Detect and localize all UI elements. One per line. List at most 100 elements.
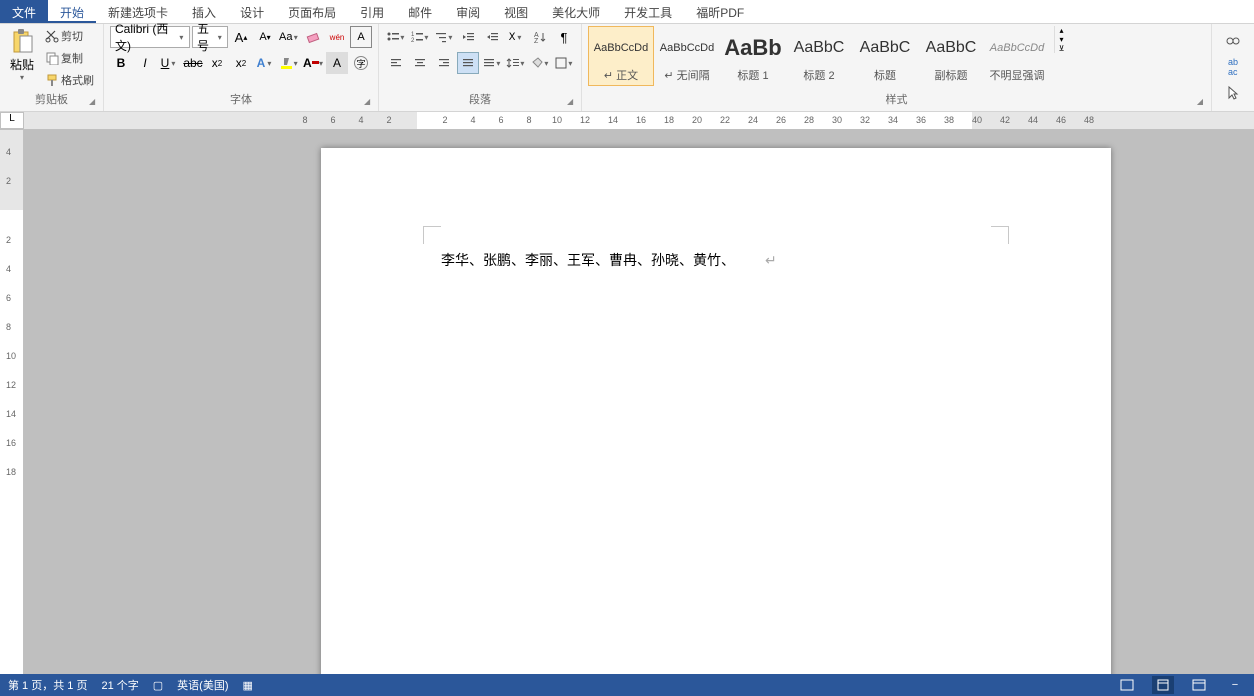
- binoculars-icon: [1225, 33, 1241, 49]
- justify-button[interactable]: [457, 52, 479, 74]
- align-center-button[interactable]: [409, 52, 431, 74]
- status-words[interactable]: 21 个字: [101, 677, 138, 693]
- subscript-button[interactable]: x2: [206, 52, 228, 74]
- decrease-indent-button[interactable]: [457, 26, 479, 48]
- clipboard-launcher[interactable]: ◢: [87, 97, 97, 107]
- shading-button[interactable]: ▾: [529, 52, 551, 74]
- style-item-2[interactable]: AaBb标题 1: [720, 26, 786, 86]
- bold-button[interactable]: B: [110, 52, 132, 74]
- line-spacing-button[interactable]: ▾: [505, 52, 527, 74]
- paste-button[interactable]: 粘贴 ▾: [6, 26, 38, 84]
- gallery-down[interactable]: ▾: [1055, 35, 1068, 44]
- tab-home[interactable]: 开始: [48, 0, 96, 23]
- shrink-font-button[interactable]: A▾: [254, 26, 276, 48]
- indent-icon: [485, 30, 499, 44]
- tab-layout[interactable]: 页面布局: [276, 0, 348, 23]
- ruler-horizontal[interactable]: 8642246810121416182022242628303234363840…: [24, 112, 1254, 129]
- style-item-3[interactable]: AaBbC标题 2: [786, 26, 852, 86]
- group-label-clipboard: 剪贴板 ◢: [6, 91, 97, 109]
- copy-button[interactable]: 复制: [42, 48, 97, 68]
- phonetic-guide-button[interactable]: wén: [326, 26, 348, 48]
- tab-mailings[interactable]: 邮件: [396, 0, 444, 23]
- highlight-button[interactable]: ▾: [278, 52, 300, 74]
- font-color-button[interactable]: A▾: [302, 52, 324, 74]
- tab-file[interactable]: 文件: [0, 0, 48, 23]
- replace-button[interactable]: abac: [1222, 56, 1244, 78]
- tab-beautify[interactable]: 美化大师: [540, 0, 612, 23]
- tab-developer[interactable]: 开发工具: [612, 0, 684, 23]
- clear-format-button[interactable]: [302, 26, 324, 48]
- font-size-combo[interactable]: 五号▾: [192, 26, 228, 48]
- group-clipboard: 粘贴 ▾ 剪切 复制 格式刷 剪贴板 ◢: [0, 24, 104, 111]
- document-body-text[interactable]: 李华、张鹏、李丽、王军、曹冉、孙晓、黄竹、↵: [441, 250, 777, 270]
- numbering-button[interactable]: 12▾: [409, 26, 431, 48]
- page[interactable]: 李华、张鹏、李丽、王军、曹冉、孙晓、黄竹、↵: [321, 148, 1111, 674]
- bullets-button[interactable]: ▾: [385, 26, 407, 48]
- distribute-button[interactable]: ▾: [481, 52, 503, 74]
- select-button[interactable]: [1222, 82, 1244, 104]
- strike-button[interactable]: abc: [182, 52, 204, 74]
- ruler-corner[interactable]: L: [0, 112, 24, 129]
- font-name-combo[interactable]: Calibri (西文)▾: [110, 26, 190, 48]
- align-right-icon: [437, 56, 451, 70]
- style-item-4[interactable]: AaBbC标题: [852, 26, 918, 86]
- style-item-0[interactable]: AaBbCcDd↵ 正文: [588, 26, 654, 86]
- group-label-styles: 样式 ◢: [588, 91, 1205, 109]
- align-left-button[interactable]: [385, 52, 407, 74]
- char-shading-button[interactable]: A: [326, 52, 348, 74]
- enclose-char-button[interactable]: 字: [350, 52, 372, 74]
- group-paragraph: ▾ 12▾ ▾ Ⅹ▾ AZ ¶ ▾ ▾ ▾ ▾ 段落 ◢: [379, 24, 582, 111]
- grow-font-button[interactable]: A▴: [230, 26, 252, 48]
- paste-label: 粘贴: [10, 56, 34, 73]
- zoom-out-button[interactable]: −: [1224, 676, 1246, 694]
- styles-launcher[interactable]: ◢: [1195, 97, 1205, 107]
- view-read-button[interactable]: [1116, 676, 1138, 694]
- document-canvas[interactable]: 李华、张鹏、李丽、王军、曹冉、孙晓、黄竹、↵: [24, 130, 1254, 674]
- tab-view[interactable]: 视图: [492, 0, 540, 23]
- find-button[interactable]: [1222, 30, 1244, 52]
- show-marks-button[interactable]: ¶: [553, 26, 575, 48]
- copy-icon: [45, 51, 59, 65]
- style-item-6[interactable]: AaBbCcDd不明显强调: [984, 26, 1050, 86]
- font-launcher[interactable]: ◢: [362, 97, 372, 107]
- tab-references[interactable]: 引用: [348, 0, 396, 23]
- gallery-up[interactable]: ▴: [1055, 26, 1068, 35]
- superscript-button[interactable]: x2: [230, 52, 252, 74]
- char-border-button[interactable]: A: [350, 26, 372, 48]
- tab-design[interactable]: 设计: [228, 0, 276, 23]
- format-painter-button[interactable]: 格式刷: [42, 70, 97, 90]
- border-icon: [554, 56, 567, 70]
- gallery-more[interactable]: ⊻: [1055, 44, 1068, 53]
- sort-button[interactable]: AZ: [529, 26, 551, 48]
- text-effects-button[interactable]: A▾: [254, 52, 276, 74]
- styles-gallery: AaBbCcDd↵ 正文AaBbCcDd↵ 无间隔AaBb标题 1AaBbC标题…: [588, 26, 1050, 86]
- align-right-button[interactable]: [433, 52, 455, 74]
- multilevel-button[interactable]: ▾: [433, 26, 455, 48]
- status-page[interactable]: 第 1 页，共 1 页: [8, 677, 87, 693]
- bucket-icon: [530, 56, 543, 70]
- view-web-button[interactable]: [1188, 676, 1210, 694]
- view-print-button[interactable]: [1152, 676, 1174, 694]
- italic-button[interactable]: I: [134, 52, 156, 74]
- increase-indent-button[interactable]: [481, 26, 503, 48]
- style-item-1[interactable]: AaBbCcDd↵ 无间隔: [654, 26, 720, 86]
- svg-text:2: 2: [411, 38, 415, 44]
- borders-button[interactable]: ▾: [553, 52, 575, 74]
- group-styles: AaBbCcDd↵ 正文AaBbCcDd↵ 无间隔AaBb标题 1AaBbC标题…: [582, 24, 1212, 111]
- style-item-5[interactable]: AaBbC副标题: [918, 26, 984, 86]
- distribute-icon: [482, 56, 495, 70]
- tab-foxit[interactable]: 福昕PDF: [684, 0, 756, 23]
- multilevel-icon: [434, 30, 447, 44]
- paragraph-launcher[interactable]: ◢: [565, 97, 575, 107]
- status-language[interactable]: 英语(美国): [177, 677, 228, 693]
- cursor-icon: [1225, 85, 1241, 101]
- group-label-font: 字体 ◢: [110, 91, 372, 109]
- asian-layout-button[interactable]: Ⅹ▾: [505, 26, 527, 48]
- ruler-vertical[interactable]: 4224681012141618: [0, 130, 24, 674]
- tab-review[interactable]: 审阅: [444, 0, 492, 23]
- cut-button[interactable]: 剪切: [42, 26, 97, 46]
- change-case-button[interactable]: Aa▾: [278, 26, 300, 48]
- underline-button[interactable]: U▾: [158, 52, 180, 74]
- ribbon: 粘贴 ▾ 剪切 复制 格式刷 剪贴板 ◢: [0, 24, 1254, 112]
- highlighter-icon: [279, 55, 292, 71]
